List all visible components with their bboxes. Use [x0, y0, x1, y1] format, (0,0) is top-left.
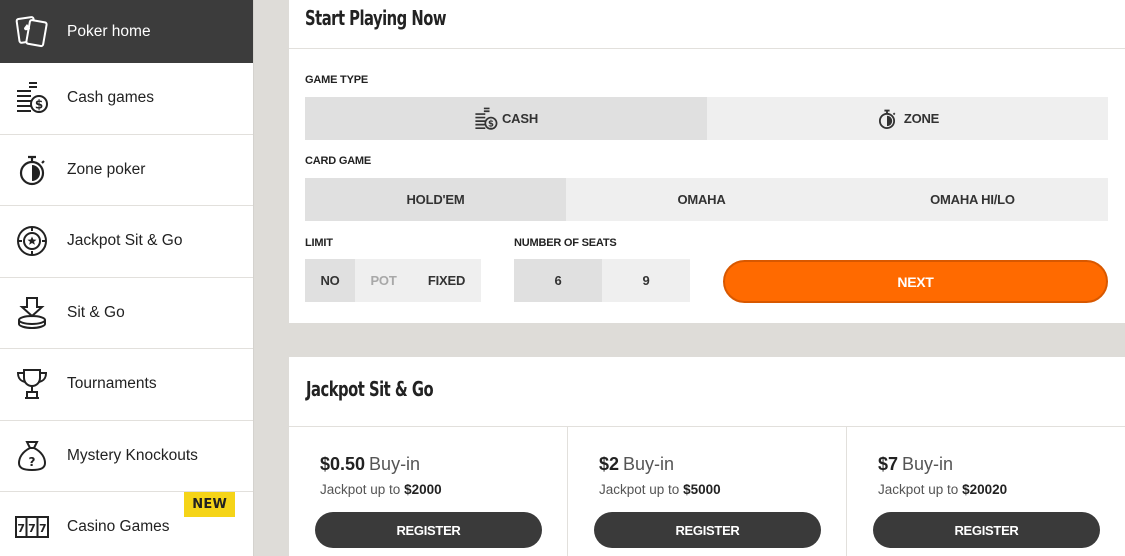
jackpot-value: $2000	[404, 482, 442, 497]
sidebar-item-label: Casino Games	[67, 518, 170, 536]
svg-text:$: $	[35, 98, 43, 112]
card-game-holdem[interactable]: HOLD'EM	[305, 178, 566, 221]
chip-drop-icon	[15, 296, 49, 330]
next-button[interactable]: NEXT	[723, 260, 1108, 303]
section-title: Jackpot Sit & Go	[306, 377, 434, 401]
buyin-word: Buy-in	[902, 454, 954, 474]
game-type-cash[interactable]: $ CASH	[305, 97, 707, 140]
coins-icon: $	[475, 107, 498, 130]
sidebar-item-poker-home[interactable]: Poker home	[0, 0, 253, 63]
jackpot-value: $20020	[962, 482, 1008, 497]
cards-icon	[15, 15, 49, 49]
game-type-selector: $ CASH ZONE	[305, 97, 1108, 140]
sidebar-item-label: Cash games	[67, 89, 155, 107]
sidebar-item-label: Mystery Knockouts	[67, 446, 198, 464]
jackpot-card: $7 Buy-in Jackpot up to $20020 REGISTER	[847, 427, 1125, 556]
sidebar-item-label: Zone poker	[67, 160, 146, 178]
jackpot-text: Jackpot up to $20020	[878, 482, 1007, 497]
game-type-cash-label: CASH	[501, 111, 539, 126]
game-type-zone-label: ZONE	[903, 111, 940, 126]
card-game-omaha[interactable]: OMAHA	[566, 178, 837, 221]
buyin-text: $0.50 Buy-in	[320, 454, 420, 475]
buyin-amount: $7	[878, 454, 899, 474]
sidebar-item-label: Sit & Go	[67, 303, 125, 321]
jackpot-header: Jackpot Sit & Go	[289, 357, 1125, 427]
stopwatch-icon	[15, 153, 49, 187]
card-game-selector: HOLD'EM OMAHA OMAHA HI/LO	[305, 178, 1108, 221]
jackpot-prefix: Jackpot up to	[878, 482, 959, 497]
buyin-amount: $2	[599, 454, 620, 474]
jackpot-value: $5000	[683, 482, 721, 497]
svg-text:$: $	[488, 118, 494, 128]
sidebar: Poker home $ Cash games Zone poker Jackp…	[0, 0, 254, 556]
svg-text:7: 7	[28, 522, 36, 535]
new-badge: NEW	[184, 492, 235, 517]
seats-label: NUMBER OF SEATS	[514, 237, 617, 249]
buyin-text: $7 Buy-in	[878, 454, 953, 475]
jackpot-sit-go-panel: Jackpot Sit & Go $0.50 Buy-in Jackpot up …	[289, 357, 1125, 556]
buyin-text: $2 Buy-in	[599, 454, 674, 475]
limit-no[interactable]: NO	[305, 259, 355, 302]
buyin-amount: $0.50	[320, 454, 366, 474]
sidebar-item-mystery-knockouts[interactable]: ? Mystery Knockouts	[0, 421, 253, 492]
game-type-zone[interactable]: ZONE	[707, 97, 1108, 140]
jackpot-prefix: Jackpot up to	[320, 482, 401, 497]
start-playing-panel: Start Playing Now GAME TYPE $ CASH ZONE …	[289, 0, 1125, 323]
register-button[interactable]: REGISTER	[873, 512, 1100, 548]
svg-text:7: 7	[17, 522, 25, 535]
card-game-omaha-hilo[interactable]: OMAHA HI/LO	[837, 178, 1108, 221]
start-playing-header: Start Playing Now	[289, 0, 1125, 49]
buyin-word: Buy-in	[369, 454, 421, 474]
card-game-label: CARD GAME	[305, 155, 372, 167]
seats-9[interactable]: 9	[602, 259, 690, 302]
limit-label: LIMIT	[305, 237, 333, 249]
svg-text:?: ?	[29, 455, 36, 469]
sidebar-item-casino-games[interactable]: 777 Casino Games NEW	[0, 492, 253, 556]
buyin-word: Buy-in	[623, 454, 675, 474]
sidebar-item-label: Tournaments	[67, 375, 157, 393]
svg-text:7: 7	[39, 522, 47, 535]
sidebar-item-zone-poker[interactable]: Zone poker	[0, 135, 253, 206]
limit-pot[interactable]: POT	[355, 259, 412, 302]
sidebar-item-label: Jackpot Sit & Go	[67, 232, 183, 250]
jackpot-card: $2 Buy-in Jackpot up to $5000 REGISTER	[568, 427, 847, 556]
page-title: Start Playing Now	[305, 6, 447, 30]
sidebar-item-label: Poker home	[67, 22, 151, 40]
jackpot-text: Jackpot up to $2000	[320, 482, 442, 497]
mystery-bag-icon: ?	[15, 439, 49, 473]
game-type-label: GAME TYPE	[305, 74, 368, 86]
jackpot-prefix: Jackpot up to	[599, 482, 680, 497]
sidebar-item-cash-games[interactable]: $ Cash games	[0, 63, 253, 135]
register-button[interactable]: REGISTER	[594, 512, 821, 548]
sidebar-item-sit-go[interactable]: Sit & Go	[0, 278, 253, 349]
seats-6[interactable]: 6	[514, 259, 602, 302]
register-button[interactable]: REGISTER	[315, 512, 542, 548]
sidebar-item-jackpot-sit-go[interactable]: Jackpot Sit & Go	[0, 206, 253, 278]
seats-selector: 6 9	[514, 259, 690, 302]
stopwatch-icon	[878, 109, 896, 129]
sidebar-item-tournaments[interactable]: Tournaments	[0, 349, 253, 421]
jackpot-text: Jackpot up to $5000	[599, 482, 721, 497]
poker-chip-icon	[15, 224, 49, 258]
coins-icon: $	[15, 81, 49, 115]
limit-selector: NO POT FIXED	[305, 259, 481, 302]
jackpot-card: $0.50 Buy-in Jackpot up to $2000 REGISTER	[289, 427, 568, 556]
limit-fixed[interactable]: FIXED	[412, 259, 481, 302]
trophy-icon	[15, 367, 49, 401]
slot-777-icon: 777	[15, 510, 49, 544]
